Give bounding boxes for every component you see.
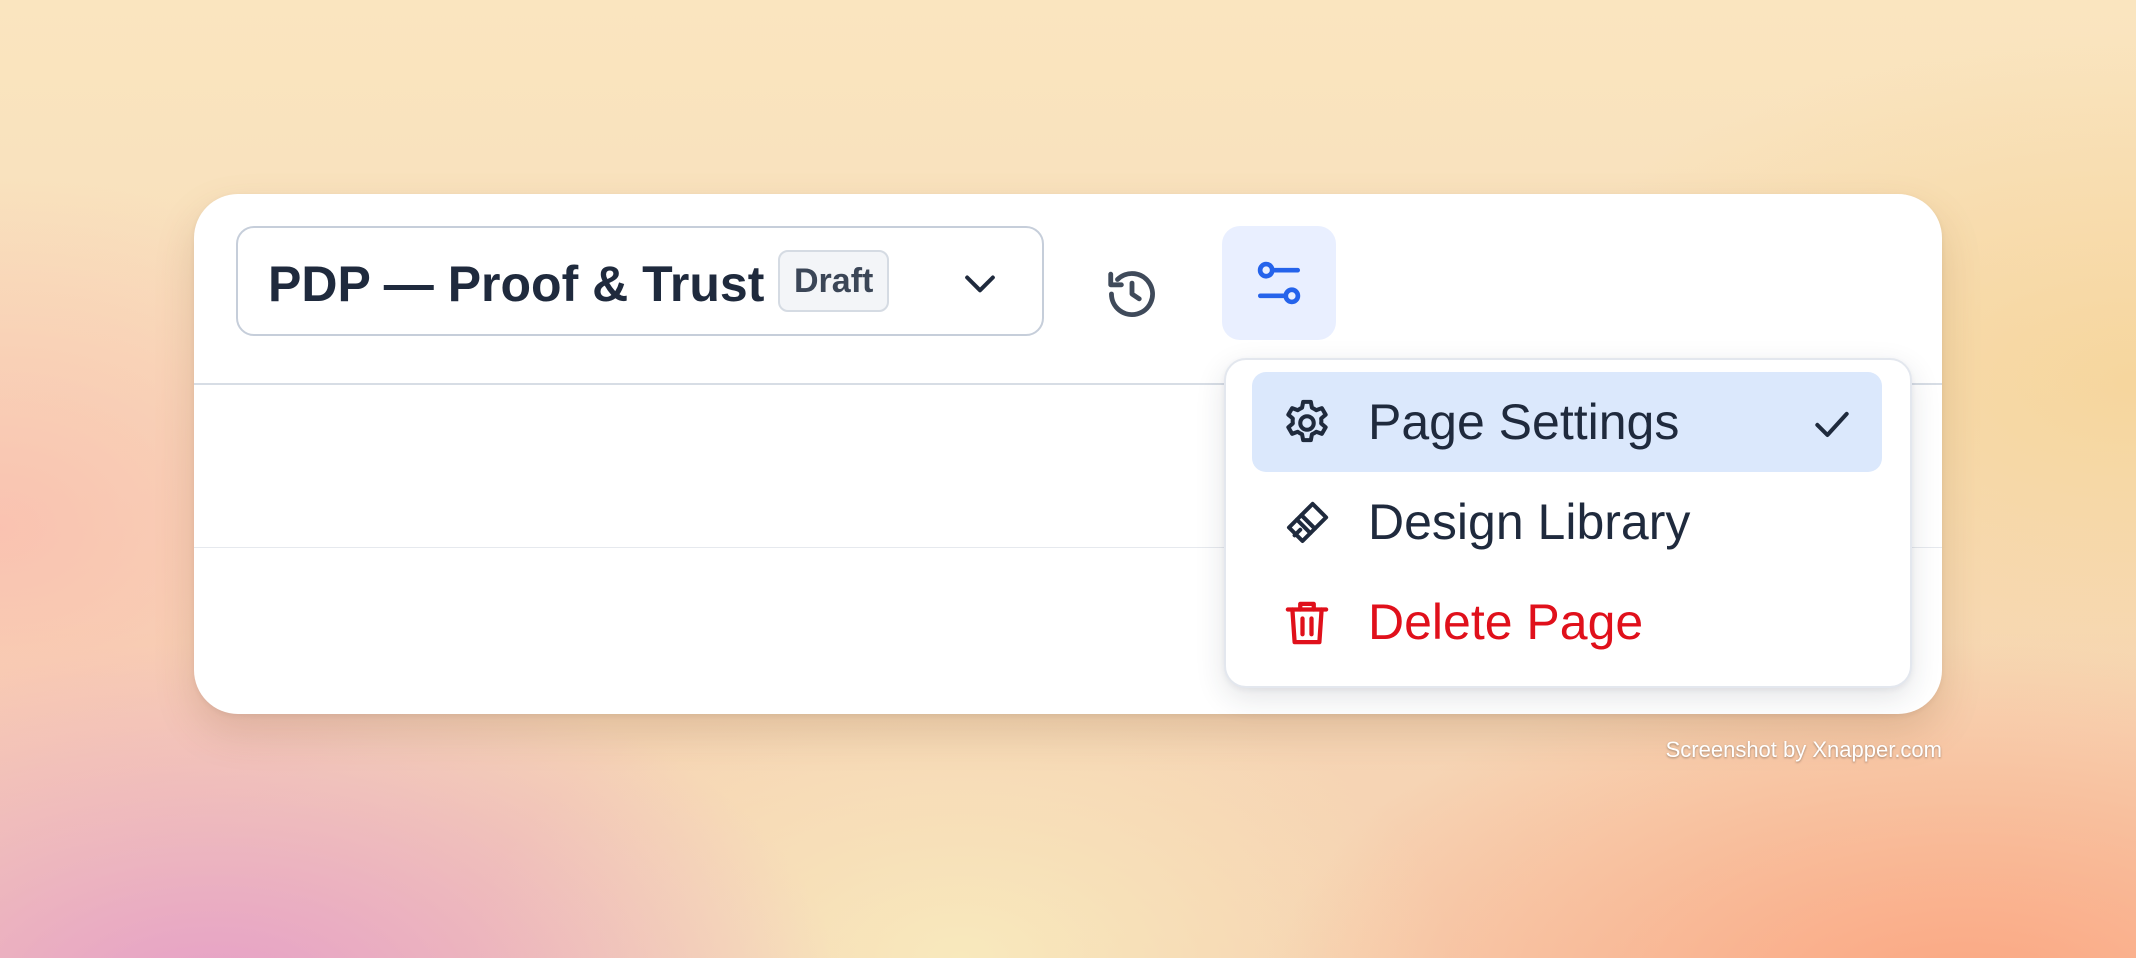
sliders-icon (1257, 261, 1301, 305)
menu-item-page-settings[interactable]: Page Settings (1252, 372, 1882, 472)
watermark-text: Screenshot by Xnapper.com (1665, 737, 1942, 762)
checkmark-icon (1815, 411, 1849, 438)
paintbrush-icon (1286, 501, 1329, 544)
menu-item-label: Page Settings (1368, 394, 1680, 450)
menu-item-design-library[interactable]: Design Library (1252, 472, 1882, 572)
app-card: PDP — Proof & Trust Draft Page Settings … (194, 194, 1942, 714)
page-selector[interactable]: PDP — Proof & Trust Draft (236, 226, 1044, 336)
gear-icon (1286, 399, 1328, 443)
history-icon (1108, 271, 1155, 317)
menu-item-delete-page[interactable]: Delete Page (1252, 572, 1882, 672)
menu-item-label: Design Library (1368, 494, 1691, 550)
history-button[interactable] (1092, 254, 1172, 334)
chevron-down-icon (965, 275, 995, 293)
page-options-menu: Page Settings Design Library Delete Page (1224, 358, 1912, 688)
trash-icon (1285, 601, 1329, 645)
page-title: PDP — Proof & Trust (268, 256, 765, 312)
menu-item-label: Delete Page (1368, 594, 1644, 650)
page-options-button[interactable] (1222, 226, 1336, 340)
status-badge: Draft (778, 250, 890, 312)
